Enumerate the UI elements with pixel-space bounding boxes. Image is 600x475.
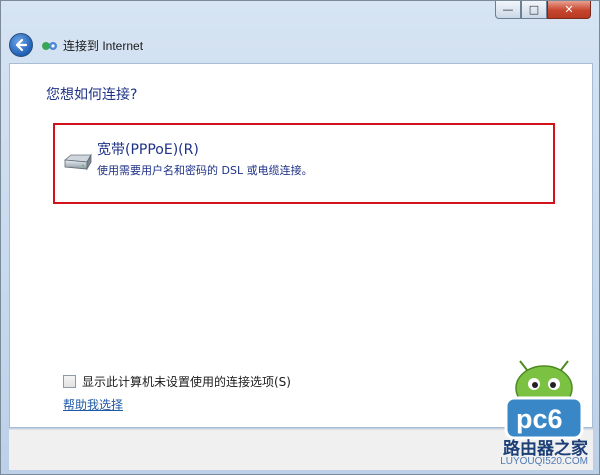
- option-description: 使用需要用户名和密码的 DSL 或电缆连接。: [97, 164, 313, 177]
- show-options-row: 显示此计算机未设置使用的连接选项(S): [63, 373, 291, 390]
- back-arrow-icon: [15, 38, 28, 52]
- close-button[interactable]: ✕: [547, 1, 591, 19]
- network-icon: [41, 38, 59, 52]
- minimize-button[interactable]: —: [495, 1, 521, 19]
- watermark-logo-text: pc6: [516, 404, 563, 434]
- watermark-url: LUYOUQI520.COM: [500, 456, 588, 467]
- window-title: 连接到 Internet: [63, 38, 144, 53]
- help-me-choose-link[interactable]: 帮助我选择: [63, 396, 123, 413]
- title-bar: — □ ✕: [1, 1, 599, 35]
- show-options-label[interactable]: 显示此计算机未设置使用的连接选项(S): [82, 373, 291, 390]
- window-controls: — □ ✕: [495, 1, 591, 19]
- navigation-row: 连接到 Internet: [9, 33, 143, 57]
- page-heading: 您想如何连接?: [46, 87, 138, 103]
- modem-icon: [63, 152, 93, 172]
- maximize-button[interactable]: □: [521, 1, 547, 19]
- show-options-checkbox[interactable]: [63, 375, 76, 388]
- back-button[interactable]: [9, 33, 33, 57]
- option-title: 宽带(PPPoE)(R): [97, 142, 199, 158]
- pppoe-option[interactable]: 宽带(PPPoE)(R) 使用需要用户名和密码的 DSL 或电缆连接。: [53, 123, 555, 204]
